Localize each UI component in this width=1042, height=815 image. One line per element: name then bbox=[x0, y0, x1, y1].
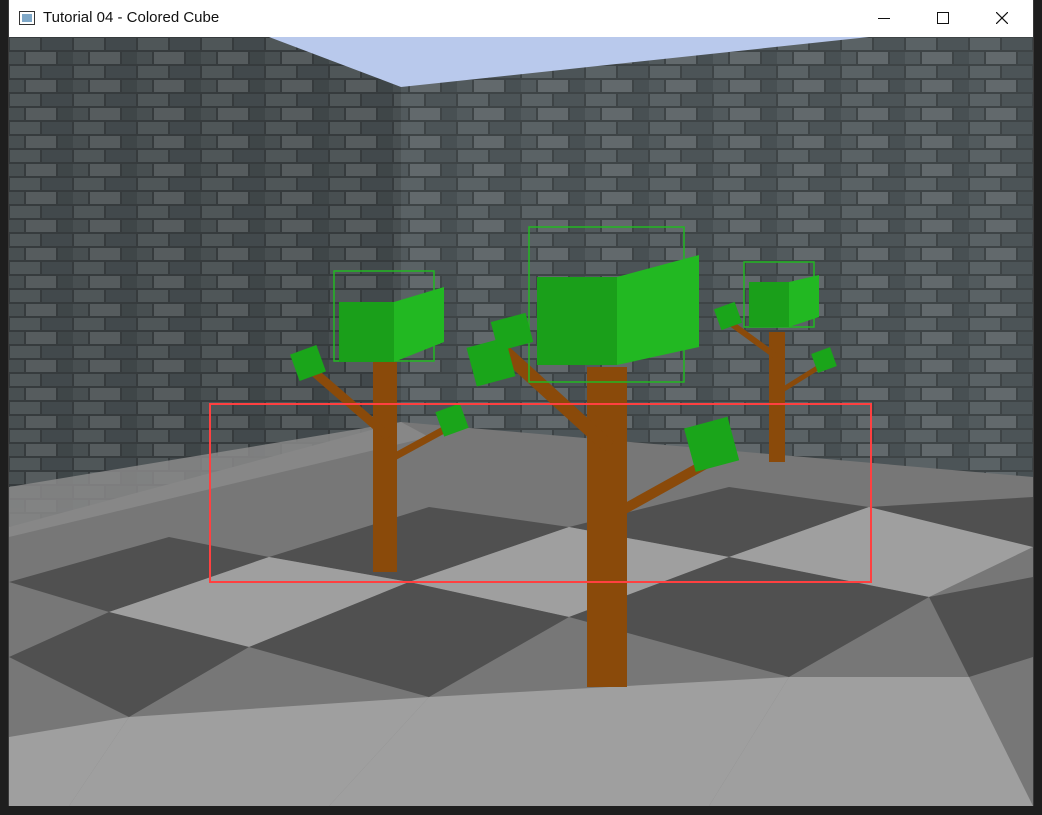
app-window: Tutorial 04 - Colored Cube bbox=[9, 0, 1033, 806]
title-bar[interactable]: Tutorial 04 - Colored Cube bbox=[9, 0, 1033, 37]
maximize-icon bbox=[937, 12, 949, 24]
back-wall bbox=[401, 37, 1033, 477]
app-window-icon bbox=[19, 11, 35, 25]
close-icon bbox=[996, 12, 1008, 24]
window-title: Tutorial 04 - Colored Cube bbox=[43, 9, 220, 26]
3d-viewport[interactable] bbox=[9, 37, 1033, 806]
scene-canvas bbox=[9, 37, 1033, 806]
console-strip bbox=[0, 806, 1042, 815]
minimize-button[interactable] bbox=[861, 0, 907, 37]
minimize-icon bbox=[878, 18, 890, 19]
maximize-button[interactable] bbox=[920, 0, 966, 37]
close-button[interactable] bbox=[979, 0, 1025, 37]
